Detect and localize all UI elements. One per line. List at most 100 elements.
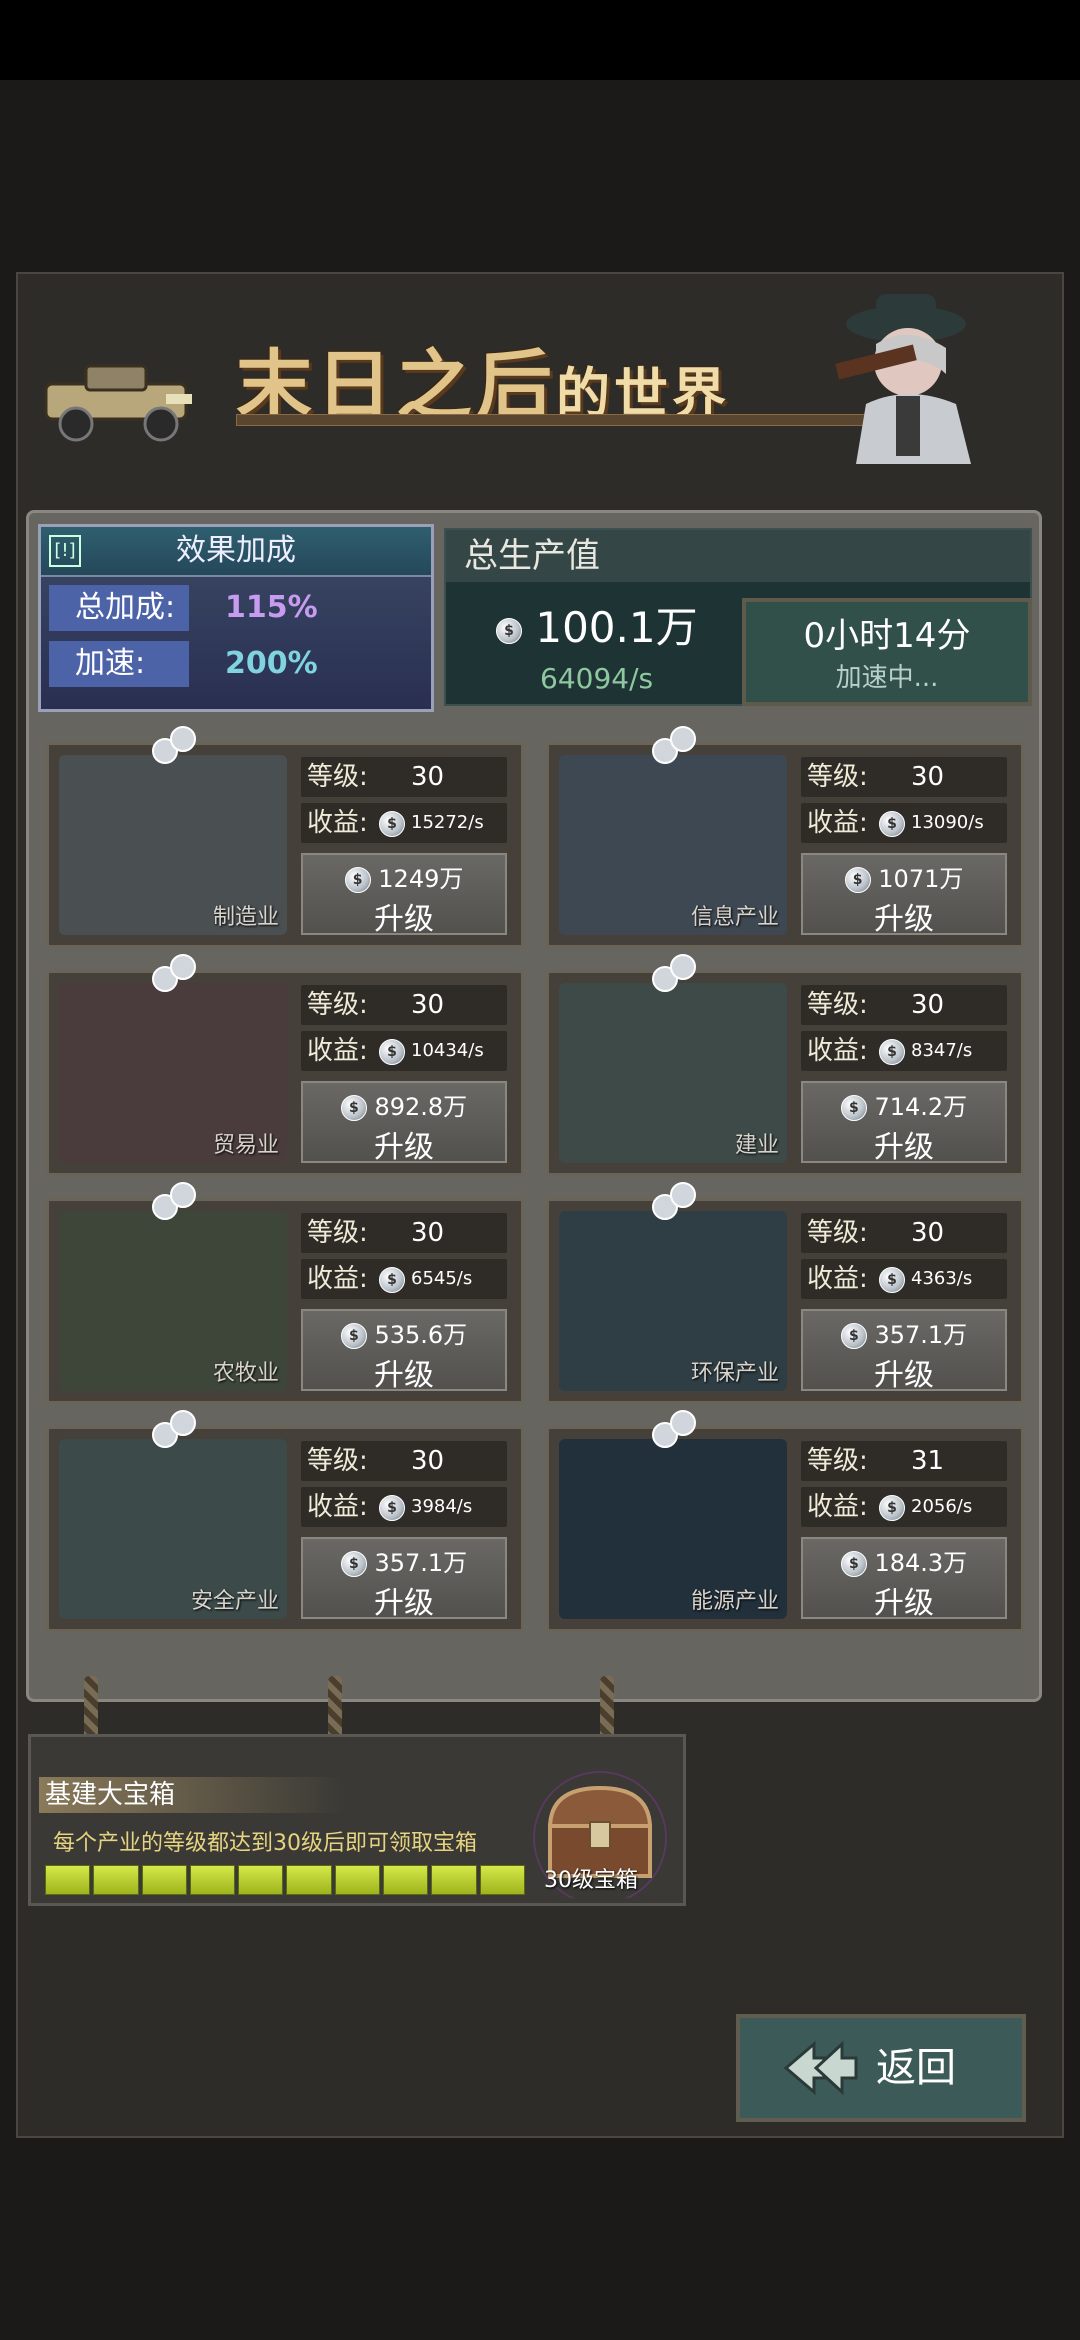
income-row: 收益: 4363/s [801, 1259, 1007, 1299]
upgrade-label: 升级 [874, 1130, 934, 1165]
industry-image: 农牧业 [59, 1211, 287, 1391]
income-row: 收益: 13090/s [801, 803, 1007, 843]
upgrade-label: 升级 [374, 902, 434, 937]
upgrade-button[interactable]: 184.3万 升级 [801, 1537, 1007, 1621]
silver-coin-icon [879, 1267, 905, 1293]
level-row: 等级: 30 [801, 985, 1007, 1025]
upgrade-cost: 184.3万 [803, 1543, 1005, 1578]
industry-card: 安全产业 等级: 30 收益: 3984/s 357.1万 升级 [46, 1410, 524, 1632]
silver-coin-icon [379, 811, 405, 837]
level-label: 等级: [307, 1446, 368, 1476]
level-row: 等级: 31 [801, 1441, 1007, 1481]
upgrade-label: 升级 [874, 1586, 934, 1621]
upgrade-button[interactable]: 892.8万 升级 [301, 1081, 507, 1165]
income-value: 6545/s [411, 1268, 473, 1289]
level-row: 等级: 30 [301, 985, 507, 1025]
silver-coin-icon [844, 867, 871, 893]
upgrade-button[interactable]: 535.6万 升级 [301, 1309, 507, 1393]
speedup-button[interactable]: 0小时14分 加速中... [742, 598, 1032, 706]
silver-coin-icon [496, 617, 522, 644]
industry-image: 环保产业 [559, 1211, 787, 1391]
silver-coin-icon [379, 1495, 405, 1521]
progress-segment [334, 1865, 381, 1895]
level-value: 30 [411, 762, 445, 792]
bonus-total-label: 总加成: [49, 585, 189, 631]
coin-stack-icon [652, 726, 696, 764]
industry-image: 贸易业 [59, 983, 287, 1163]
bonus-header: [!] 效果加成 [41, 527, 431, 577]
income-label: 收益: [807, 1036, 868, 1066]
industry-image: 能源产业 [559, 1439, 787, 1619]
level-label: 等级: [807, 762, 868, 792]
upgrade-cost: 1071万 [803, 859, 1005, 894]
coin-stack-icon [152, 1182, 196, 1220]
upgrade-button[interactable]: 357.1万 升级 [801, 1309, 1007, 1393]
silver-coin-icon [340, 1551, 367, 1577]
income-value: 3984/s [411, 1496, 473, 1517]
upgrade-cost-value: 357.1万 [374, 1549, 468, 1577]
industry-card: 贸易业 等级: 30 收益: 10434/s 892.8万 升级 [46, 954, 524, 1176]
level-label: 等级: [307, 762, 368, 792]
silver-coin-icon [840, 1095, 867, 1121]
level-label: 等级: [807, 990, 868, 1020]
level-value: 30 [411, 990, 445, 1020]
progress-segment [93, 1865, 139, 1895]
coin-stack-icon [652, 954, 696, 992]
bonus-speed-value: 200% [225, 646, 318, 681]
silver-coin-icon [879, 1495, 905, 1521]
character-avatar [835, 294, 971, 464]
upgrade-label: 升级 [374, 1130, 434, 1165]
income-value: 15272/s [411, 812, 484, 833]
upgrade-label: 升级 [374, 1586, 434, 1621]
upgrade-button[interactable]: 1071万 升级 [801, 853, 1007, 937]
industry-card: 能源产业 等级: 31 收益: 2056/s 184.3万 升级 [546, 1410, 1024, 1632]
income-label: 收益: [807, 1492, 868, 1522]
upgrade-cost-value: 892.8万 [374, 1093, 468, 1121]
upgrade-button[interactable]: 1249万 升级 [301, 853, 507, 937]
level-label: 等级: [807, 1218, 868, 1248]
level-row: 等级: 30 [301, 757, 507, 797]
silver-coin-icon [840, 1551, 867, 1577]
silver-coin-icon [340, 1095, 367, 1121]
progress-segment [383, 1865, 429, 1895]
level-value: 30 [911, 762, 945, 792]
income-row: 收益: 8347/s [801, 1031, 1007, 1071]
income-row: 收益: 6545/s [301, 1259, 507, 1299]
level-row: 等级: 30 [801, 757, 1007, 797]
chest-label: 30级宝箱 [544, 1868, 638, 1893]
bonus-title: 效果加成 [176, 533, 296, 568]
industry-name: 安全产业 [190, 1589, 279, 1614]
income-label: 收益: [307, 1036, 368, 1066]
speedup-time: 0小时14分 [803, 616, 971, 656]
progress-segment [431, 1865, 477, 1895]
industry-image: 安全产业 [59, 1439, 287, 1619]
upgrade-button[interactable]: 714.2万 升级 [801, 1081, 1007, 1165]
back-button[interactable]: 返回 [736, 2014, 1026, 2122]
chest-title: 基建大宝箱 [39, 1777, 345, 1813]
industry-card: 建业 等级: 30 收益: 8347/s 714.2万 升级 [546, 954, 1024, 1176]
info-icon[interactable]: [!] [49, 535, 81, 567]
output-rate: 64094/s [540, 662, 654, 695]
level-value: 30 [911, 1218, 945, 1248]
upgrade-cost: 714.2万 [803, 1087, 1005, 1122]
chest-progress-bar [45, 1865, 525, 1895]
level-label: 等级: [807, 1446, 868, 1476]
upgrade-cost-value: 184.3万 [874, 1549, 968, 1577]
title-banner: 末日之后的世界 [36, 284, 1036, 464]
bonus-total-value: 115% [225, 590, 318, 625]
income-value: 8347/s [911, 1040, 973, 1061]
industry-card: 农牧业 等级: 30 收益: 6545/s 535.6万 升级 [46, 1182, 524, 1404]
silver-coin-icon [879, 1039, 905, 1065]
silver-coin-icon [879, 811, 905, 837]
level-row: 等级: 30 [301, 1213, 507, 1253]
progress-segment [286, 1865, 332, 1895]
speedup-status: 加速中... [835, 663, 939, 693]
silver-coin-icon [379, 1267, 405, 1293]
income-label: 收益: [307, 1264, 368, 1294]
coin-stack-icon [152, 954, 196, 992]
back-label: 返回 [876, 2045, 956, 2091]
level-row: 等级: 30 [301, 1441, 507, 1481]
upgrade-button[interactable]: 357.1万 升级 [301, 1537, 507, 1621]
coin-stack-icon [652, 1182, 696, 1220]
upgrade-cost-value: 1249万 [378, 865, 464, 893]
